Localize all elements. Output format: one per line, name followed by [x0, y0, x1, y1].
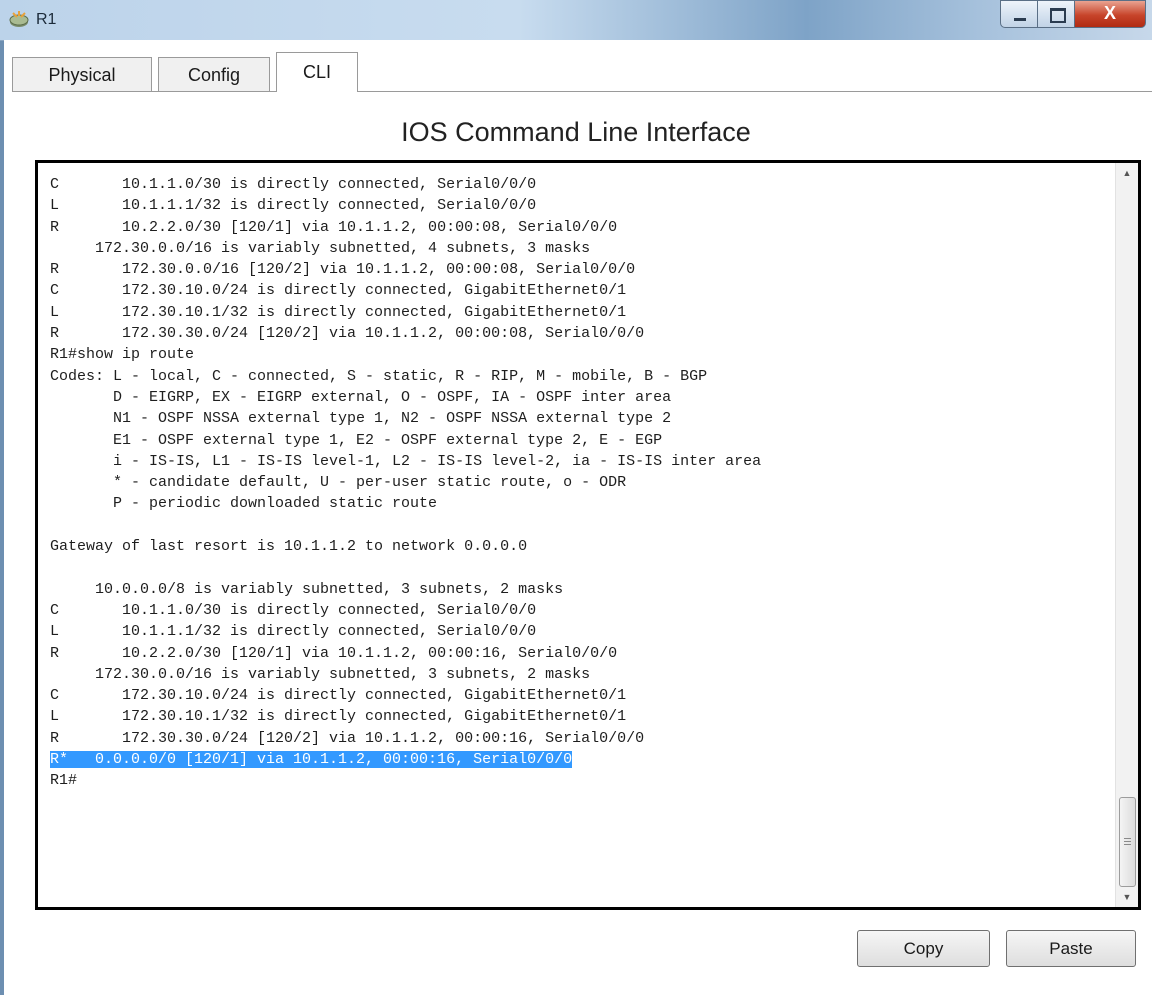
terminal-line: L 172.30.10.1/32 is directly connected, … — [50, 706, 1110, 727]
tab-bar: Physical Config CLI — [4, 40, 1152, 92]
grip-icon — [1124, 838, 1131, 839]
terminal-line: 10.0.0.0/8 is variably subnetted, 3 subn… — [50, 579, 1110, 600]
terminal-line: R1#show ip route — [50, 344, 1110, 365]
terminal-line: R1# — [50, 770, 1110, 791]
tab-config[interactable]: Config — [158, 57, 270, 91]
terminal-line-text: R 10.2.2.0/30 [120/1] via 10.1.1.2, 00:0… — [50, 218, 618, 236]
terminal-line-text: R 172.30.30.0/24 [120/2] via 10.1.1.2, 0… — [50, 729, 645, 747]
terminal-line-text: C 10.1.1.0/30 is directly connected, Ser… — [50, 601, 537, 619]
minimize-icon — [1014, 18, 1026, 21]
terminal-line-text: R 10.2.2.0/30 [120/1] via 10.1.1.2, 00:0… — [50, 644, 618, 662]
terminal-line-text: R 172.30.0.0/16 [120/2] via 10.1.1.2, 00… — [50, 261, 636, 279]
terminal-line-text: R1#show ip route — [50, 346, 195, 364]
terminal-line-text: D - EIGRP, EX - EIGRP external, O - OSPF… — [50, 388, 672, 406]
terminal-line: L 10.1.1.1/32 is directly connected, Ser… — [50, 195, 1110, 216]
terminal-line: L 172.30.10.1/32 is directly connected, … — [50, 302, 1110, 323]
tab-cli[interactable]: CLI — [276, 52, 358, 92]
terminal-line-text: E1 - OSPF external type 1, E2 - OSPF ext… — [50, 431, 663, 449]
terminal-line: C 10.1.1.0/30 is directly connected, Ser… — [50, 600, 1110, 621]
terminal-line-text: R* 0.0.0.0/0 [120/1] via 10.1.1.2, 00:00… — [50, 751, 573, 769]
terminal-line-text: C 172.30.10.0/24 is directly connected, … — [50, 687, 627, 705]
window-left-border — [0, 0, 4, 995]
cli-terminal[interactable]: C 10.1.1.0/30 is directly connected, Ser… — [35, 160, 1141, 910]
terminal-line-text: N1 - OSPF NSSA external type 1, N2 - OSP… — [50, 410, 672, 428]
terminal-scrollbar[interactable]: ▲ ▼ — [1115, 163, 1138, 907]
terminal-line: 172.30.0.0/16 is variably subnetted, 4 s… — [50, 238, 1110, 259]
scroll-up-arrow-icon[interactable]: ▲ — [1116, 163, 1138, 183]
terminal-line: E1 - OSPF external type 1, E2 - OSPF ext… — [50, 430, 1110, 451]
terminal-line-text: P - periodic downloaded static route — [50, 495, 438, 513]
terminal-line: C 172.30.10.0/24 is directly connected, … — [50, 280, 1110, 301]
terminal-line: R 10.2.2.0/30 [120/1] via 10.1.1.2, 00:0… — [50, 217, 1110, 238]
terminal-line: R 10.2.2.0/30 [120/1] via 10.1.1.2, 00:0… — [50, 643, 1110, 664]
terminal-line: * - candidate default, U - per-user stat… — [50, 472, 1110, 493]
maximize-icon — [1050, 8, 1066, 23]
tab-divider — [12, 91, 1152, 92]
terminal-line-text: L 172.30.10.1/32 is directly connected, … — [50, 708, 627, 726]
scrollbar-thumb[interactable] — [1119, 797, 1136, 887]
terminal-line: C 172.30.10.0/24 is directly connected, … — [50, 685, 1110, 706]
close-icon: X — [1103, 3, 1116, 23]
terminal-line: P - periodic downloaded static route — [50, 493, 1110, 514]
tab-physical[interactable]: Physical — [12, 57, 152, 91]
paste-button[interactable]: Paste — [1006, 930, 1136, 967]
terminal-line-text: R 172.30.30.0/24 [120/2] via 10.1.1.2, 0… — [50, 325, 645, 343]
terminal-line-selected: R* 0.0.0.0/0 [120/1] via 10.1.1.2, 00:00… — [50, 749, 1110, 770]
terminal-line-text: Codes: L - local, C - connected, S - sta… — [50, 367, 708, 385]
terminal-line: R 172.30.30.0/24 [120/2] via 10.1.1.2, 0… — [50, 323, 1110, 344]
terminal-line-text: C 172.30.10.0/24 is directly connected, … — [50, 282, 627, 300]
terminal-line: 172.30.0.0/16 is variably subnetted, 3 s… — [50, 664, 1110, 685]
terminal-line: Codes: L - local, C - connected, S - sta… — [50, 366, 1110, 387]
router-app-icon — [9, 11, 29, 27]
terminal-line-text: L 172.30.10.1/32 is directly connected, … — [50, 303, 627, 321]
page-title: IOS Command Line Interface — [401, 117, 751, 147]
scroll-down-arrow-icon[interactable]: ▼ — [1116, 887, 1138, 907]
terminal-line-text: 172.30.0.0/16 is variably subnetted, 3 s… — [50, 665, 591, 683]
terminal-line: L 10.1.1.1/32 is directly connected, Ser… — [50, 621, 1110, 642]
terminal-line-text: 172.30.0.0/16 is variably subnetted, 4 s… — [50, 239, 591, 257]
terminal-line-text: C 10.1.1.0/30 is directly connected, Ser… — [50, 176, 537, 193]
terminal-line: R 172.30.0.0/16 [120/2] via 10.1.1.2, 00… — [50, 259, 1110, 280]
terminal-line-text: Gateway of last resort is 10.1.1.2 to ne… — [50, 538, 528, 556]
terminal-output[interactable]: C 10.1.1.0/30 is directly connected, Ser… — [50, 174, 1110, 792]
terminal-line-text: R1# — [50, 772, 78, 790]
terminal-line-text: L 10.1.1.1/32 is directly connected, Ser… — [50, 197, 537, 215]
terminal-line: C 10.1.1.0/30 is directly connected, Ser… — [50, 174, 1110, 195]
terminal-line: i - IS-IS, L1 - IS-IS level-1, L2 - IS-I… — [50, 451, 1110, 472]
close-button[interactable]: X — [1074, 0, 1146, 28]
terminal-line-text: i - IS-IS, L1 - IS-IS level-1, L2 - IS-I… — [50, 452, 762, 470]
terminal-line-text: 10.0.0.0/8 is variably subnetted, 3 subn… — [50, 580, 564, 598]
window-title: R1 — [36, 11, 57, 28]
terminal-line: R 172.30.30.0/24 [120/2] via 10.1.1.2, 0… — [50, 728, 1110, 749]
terminal-line-text: * - candidate default, U - per-user stat… — [50, 474, 627, 492]
maximize-button[interactable] — [1037, 0, 1075, 28]
terminal-line: Gateway of last resort is 10.1.1.2 to ne… — [50, 536, 1110, 557]
terminal-line-text: L 10.1.1.1/32 is directly connected, Ser… — [50, 623, 537, 641]
minimize-button[interactable] — [1000, 0, 1038, 28]
terminal-line: N1 - OSPF NSSA external type 1, N2 - OSP… — [50, 408, 1110, 429]
terminal-line: D - EIGRP, EX - EIGRP external, O - OSPF… — [50, 387, 1110, 408]
copy-button[interactable]: Copy — [857, 930, 990, 967]
title-bar[interactable]: R1 X — [0, 0, 1152, 41]
